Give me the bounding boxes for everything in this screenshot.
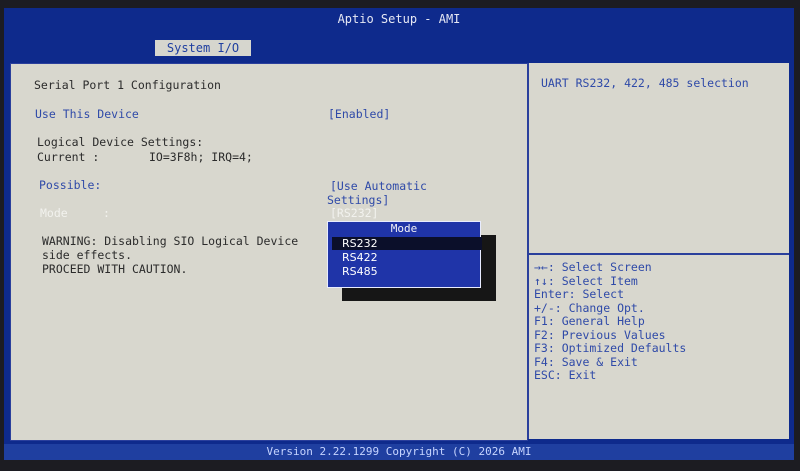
use-device-label[interactable]: Use This Device — [35, 107, 139, 121]
version-footer: Version 2.22.1299 Copyright (C) 2026 AMI — [4, 444, 794, 460]
logical-settings-heading: Logical Device Settings: — [37, 135, 204, 149]
help-divider — [529, 253, 789, 255]
mode-popup[interactable]: Mode RS232 RS422 RS485 — [327, 221, 482, 288]
hotkey-select-screen: →←: Select Screen — [534, 260, 652, 274]
app-title: Aptio Setup - AMI — [337, 12, 461, 26]
warning-line-2: side effects. — [42, 248, 133, 262]
use-device-value[interactable]: [Enabled] — [328, 107, 390, 121]
bios-screen: Aptio Setup - AMI System I/O Serial Port… — [4, 8, 794, 460]
hotkey-optimized-defaults: F3: Optimized Defaults — [534, 341, 687, 355]
popup-option-rs422[interactable]: RS422 — [332, 251, 482, 264]
possible-label[interactable]: Possible: — [39, 178, 101, 192]
mode-value[interactable]: [RS232] — [330, 206, 378, 220]
popup-option-rs232[interactable]: RS232 — [332, 237, 482, 250]
tab-system-io[interactable]: System I/O — [155, 40, 251, 56]
warning-line-3: PROCEED WITH CAUTION. — [42, 262, 188, 276]
page-title: Serial Port 1 Configuration — [34, 78, 221, 92]
hotkey-list: →←: Select Screen ↑↓: Select Item Enter:… — [534, 260, 687, 383]
hotkey-change-opt: +/-: Change Opt. — [534, 300, 645, 315]
popup-option-rs485[interactable]: RS485 — [332, 265, 482, 278]
possible-value-line1[interactable]: [Use Automatic — [330, 179, 427, 193]
hotkey-save-exit: F4: Save & Exit — [534, 354, 638, 369]
current-value: IO=3F8h; IRQ=4; — [149, 150, 253, 164]
current-label: Current : — [37, 150, 100, 164]
popup-title: Mode — [390, 222, 418, 235]
hotkey-previous-values: F2: Previous Values — [534, 327, 666, 342]
hotkey-general-help: F1: General Help — [534, 314, 645, 328]
hotkey-enter: Enter: Select — [534, 287, 625, 301]
hotkey-select-item: ↑↓: Select Item — [534, 273, 638, 288]
mode-label[interactable]: Mode — [40, 206, 68, 220]
possible-value-line2[interactable]: Settings] — [327, 193, 389, 207]
mode-separator: : — [103, 206, 110, 220]
hotkey-exit: ESC: Exit — [534, 368, 597, 382]
help-description: UART RS232, 422, 485 selection — [541, 76, 749, 90]
help-panel: UART RS232, 422, 485 selection →←: Selec… — [527, 63, 789, 439]
warning-line-1: WARNING: Disabling SIO Logical Device — [42, 234, 299, 248]
